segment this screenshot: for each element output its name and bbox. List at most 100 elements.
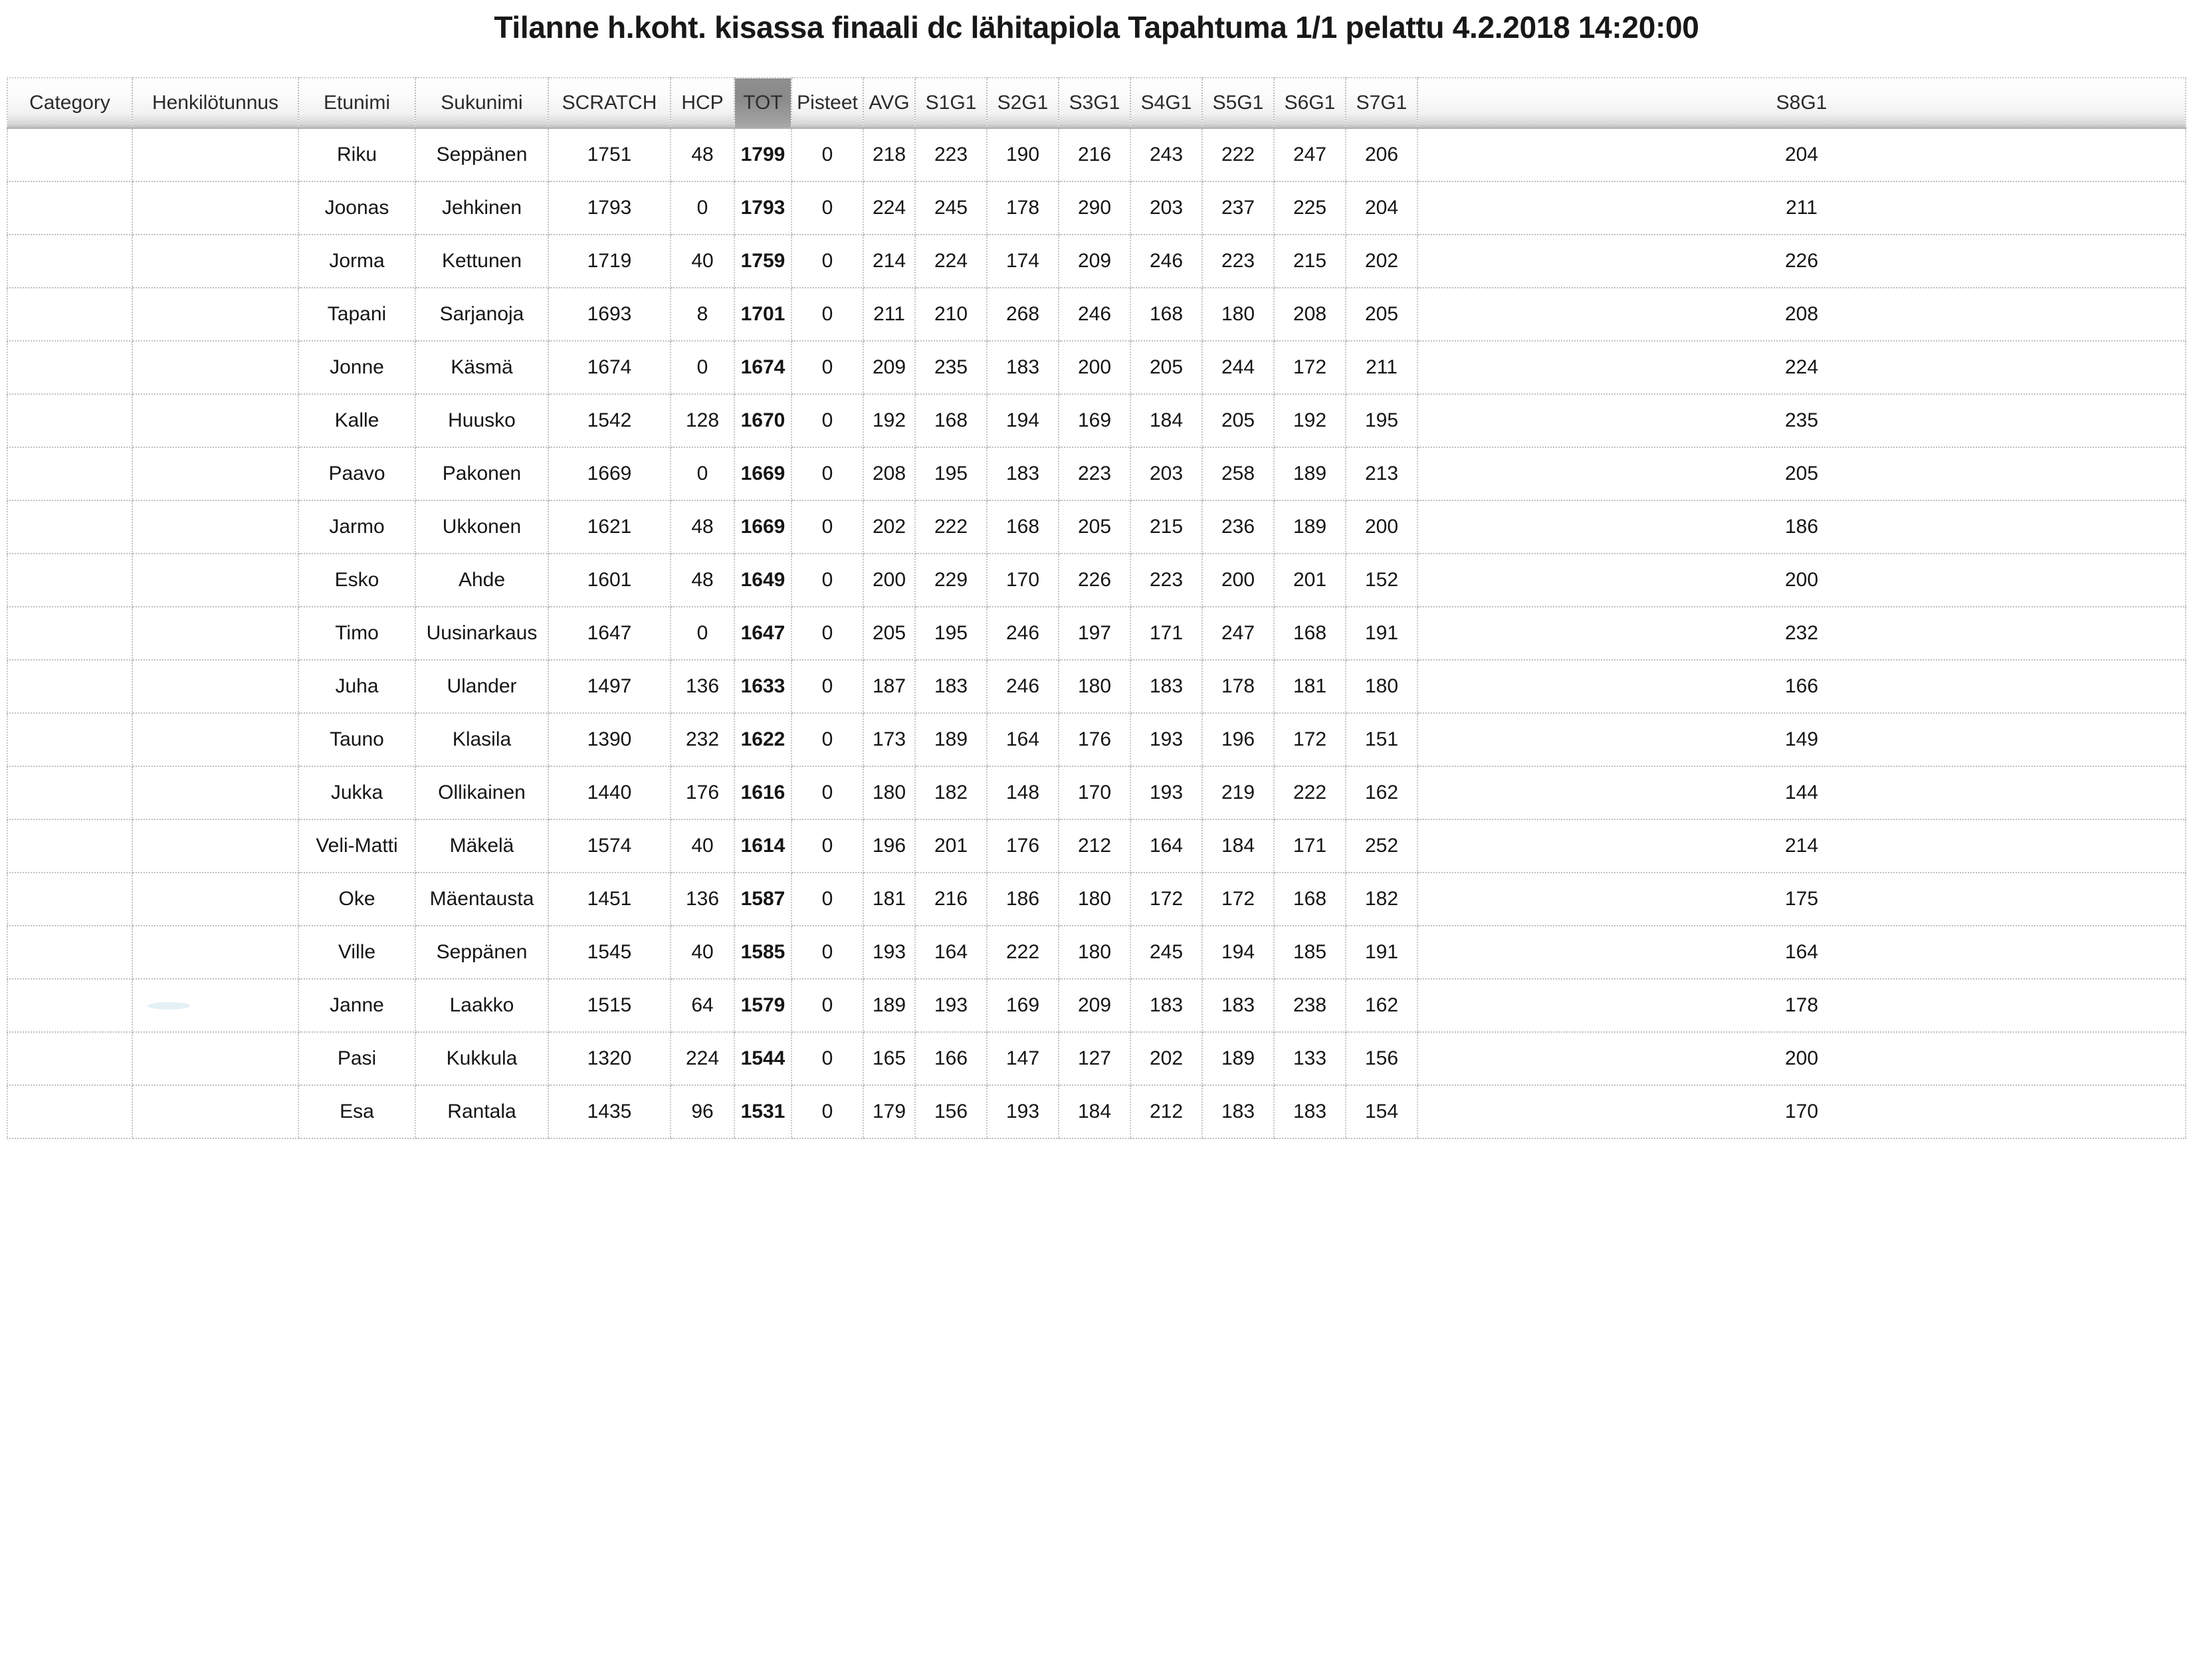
cell-s4g1: 183: [1130, 979, 1203, 1033]
column-header-hcp[interactable]: HCP: [671, 77, 735, 129]
cell-s2g1: 168: [987, 500, 1059, 554]
cell-sukunimi: Kettunen: [415, 235, 549, 288]
cell-s3g1: 127: [1059, 1032, 1131, 1086]
cell-s7g1: 213: [1346, 447, 1418, 501]
cell-s2g1: 174: [987, 235, 1059, 288]
cell-s7g1: 211: [1346, 341, 1418, 395]
cell-s4g1: 203: [1130, 447, 1203, 501]
cell-pisteet: 0: [791, 713, 864, 767]
table-row[interactable]: Oke Mäentausta 1451 136 1587 0 181 216 186 180 172…: [7, 873, 2186, 926]
cell-s3g1: 184: [1059, 1085, 1131, 1139]
cell-s3g1: 176: [1059, 713, 1131, 767]
cell-s2g1: 169: [987, 979, 1059, 1033]
cell-tot: 1531: [734, 1085, 792, 1139]
cell-s1g1: 245: [915, 181, 988, 235]
table-row[interactable]: Jukka Ollikainen 1440 176 1616 0 180 182 148 170 1…: [7, 766, 2186, 820]
column-header-scratch[interactable]: SCRATCH: [548, 77, 671, 129]
column-header-pisteet[interactable]: Pisteet: [791, 77, 864, 129]
cell-hcp: 8: [671, 288, 735, 342]
cell-s2g1: 193: [987, 1085, 1059, 1139]
table-row[interactable]: Paavo Pakonen 1669 0 1669 0 208 195 183 223 203 258…: [7, 447, 2186, 501]
cell-pisteet: 0: [791, 341, 864, 395]
cell-s5g1: 184: [1202, 819, 1275, 873]
column-header-s5g1[interactable]: S5G1: [1202, 77, 1275, 129]
table-row[interactable]: Juha Ulander 1497 136 1633 0 187 183 246 180 183 17…: [7, 660, 2186, 714]
cell-pisteet: 0: [791, 288, 864, 342]
column-header-tot[interactable]: TOT: [734, 77, 792, 129]
column-header-s2g1[interactable]: S2G1: [987, 77, 1059, 129]
cell-etunimi: Jonne: [298, 341, 416, 395]
table-row[interactable]: Joonas Jehkinen 1793 0 1793 0 224 245 178 290 203 2…: [7, 181, 2186, 235]
table-row[interactable]: Timo Uusinarkaus 1647 0 1647 0 205 195 246 197 171…: [7, 607, 2186, 661]
cell-henkil-tunnus: [132, 979, 299, 1033]
cell-tot: 1585: [734, 926, 792, 980]
cell-pisteet: 0: [791, 181, 864, 235]
cell-s7g1: 200: [1346, 500, 1418, 554]
cell-s1g1: 183: [915, 660, 988, 714]
cell-s2g1: 148: [987, 766, 1059, 820]
column-header-s1g1[interactable]: S1G1: [915, 77, 988, 129]
cell-s6g1: 208: [1274, 288, 1346, 342]
cell-s8g1: 200: [1417, 1032, 2186, 1086]
cell-s3g1: 169: [1059, 394, 1131, 448]
cell-s3g1: 197: [1059, 607, 1131, 661]
cell-s6g1: 185: [1274, 926, 1346, 980]
table-row[interactable]: Pasi Kukkula 1320 224 1544 0 165 166 147 127 202 18…: [7, 1032, 2186, 1086]
cell-s3g1: 290: [1059, 181, 1131, 235]
column-header-s6g1[interactable]: S6G1: [1274, 77, 1346, 129]
cell-hcp: 40: [671, 819, 735, 873]
table-row[interactable]: Jorma Kettunen 1719 40 1759 0 214 224 174 209 246 2…: [7, 235, 2186, 288]
cell-s1g1: 224: [915, 235, 988, 288]
cell-etunimi: Kalle: [298, 394, 416, 448]
table-row[interactable]: Esa Rantala 1435 96 1531 0 179 156 193 184 212 183 1…: [7, 1085, 2186, 1139]
cell-tot: 1793: [734, 181, 792, 235]
cell-henkil-tunnus: [132, 607, 299, 661]
cell-s8g1: 208: [1417, 288, 2186, 342]
column-header-avg[interactable]: AVG: [863, 77, 916, 129]
table-row[interactable]: Esko Ahde 1601 48 1649 0 200 229 170 226 223 200 201…: [7, 554, 2186, 607]
cell-s6g1: 189: [1274, 500, 1346, 554]
cell-scratch: 1719: [548, 235, 671, 288]
cell-s7g1: 180: [1346, 660, 1418, 714]
cell-s1g1: 229: [915, 554, 988, 607]
cell-etunimi: Esa: [298, 1085, 416, 1139]
cell-s1g1: 166: [915, 1032, 988, 1086]
page-title: Tilanne h.koht. kisassa finaali dc lähit…: [494, 10, 1699, 45]
table-row[interactable]: Veli-Matti Mäkelä 1574 40 1614 0 196 201 176 212 1…: [7, 819, 2186, 873]
table-row[interactable]: Janne Laakko 1515 64 1579 0 189 193 169 209 183 183…: [7, 979, 2186, 1033]
column-header-etunimi[interactable]: Etunimi: [298, 77, 416, 129]
table-row[interactable]: Tapani Sarjanoja 1693 8 1701 0 211 210 268 246 168…: [7, 288, 2186, 342]
table-row[interactable]: Kalle Huusko 1542 128 1670 0 192 168 194 169 184 20…: [7, 394, 2186, 448]
cell-s1g1: 156: [915, 1085, 988, 1139]
cell-avg: 214: [863, 235, 916, 288]
cell-hcp: 64: [671, 979, 735, 1033]
table-row[interactable]: Jonne Käsmä 1674 0 1674 0 209 235 183 200 205 244 17…: [7, 341, 2186, 395]
table-row[interactable]: Tauno Klasila 1390 232 1622 0 173 189 164 176 193 1…: [7, 713, 2186, 767]
cell-scratch: 1601: [548, 554, 671, 607]
table-row[interactable]: Jarmo Ukkonen 1621 48 1669 0 202 222 168 205 215 23…: [7, 500, 2186, 554]
cell-tot: 1647: [734, 607, 792, 661]
cell-s6g1: 238: [1274, 979, 1346, 1033]
cell-category: [7, 128, 133, 182]
column-header-s8g1[interactable]: S8G1: [1417, 77, 2186, 129]
cell-henkil-tunnus: [132, 128, 299, 182]
cell-hcp: 96: [671, 1085, 735, 1139]
table-row[interactable]: Ville Seppänen 1545 40 1585 0 193 164 222 180 245 1…: [7, 926, 2186, 980]
cell-tot: 1616: [734, 766, 792, 820]
cell-scratch: 1390: [548, 713, 671, 767]
column-header-henkil-tunnus[interactable]: Henkilötunnus: [132, 77, 299, 129]
cell-avg: 180: [863, 766, 916, 820]
column-header-s4g1[interactable]: S4G1: [1130, 77, 1203, 129]
cell-tot: 1633: [734, 660, 792, 714]
cell-s2g1: 222: [987, 926, 1059, 980]
column-header-s7g1[interactable]: S7G1: [1346, 77, 1418, 129]
cell-henkil-tunnus: [132, 713, 299, 767]
cell-pisteet: 0: [791, 607, 864, 661]
column-header-category[interactable]: Category: [7, 77, 133, 129]
table-row[interactable]: Riku Seppänen 1751 48 1799 0 218 223 190 216 243 22…: [7, 128, 2186, 182]
cell-s8g1: 186: [1417, 500, 2186, 554]
cell-s3g1: 226: [1059, 554, 1131, 607]
cell-scratch: 1545: [548, 926, 671, 980]
column-header-sukunimi[interactable]: Sukunimi: [415, 77, 549, 129]
column-header-s3g1[interactable]: S3G1: [1059, 77, 1131, 129]
